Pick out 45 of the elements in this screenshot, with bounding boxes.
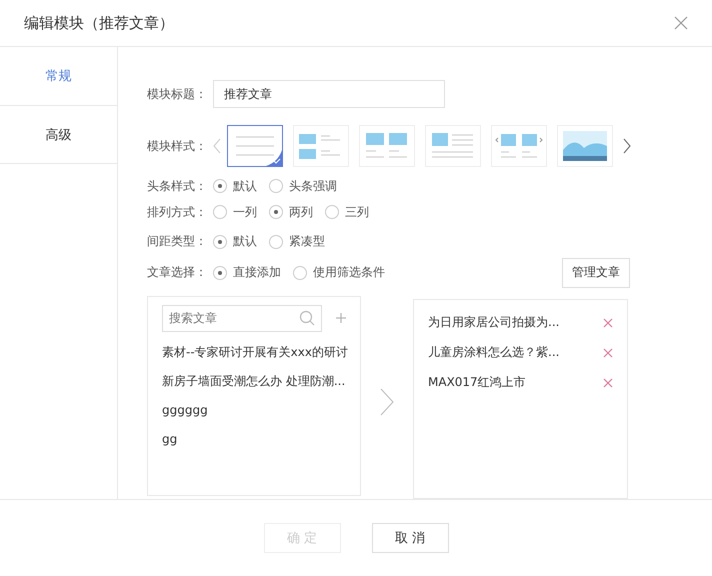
cancel-button[interactable]: 取 消 — [372, 523, 448, 553]
search-icon[interactable] — [299, 310, 315, 326]
radio-label[interactable]: 默认 — [233, 233, 257, 250]
article-item[interactable]: gggggg — [162, 396, 346, 425]
remove-icon[interactable] — [603, 378, 613, 388]
selected-article: 儿童房涂料怎么选？紫... — [428, 344, 560, 362]
article-item[interactable]: gg — [162, 424, 346, 454]
field-label: 模块标题： — [147, 86, 208, 102]
field-label: 排列方式： — [147, 204, 208, 221]
dialog-title: 编辑模块（推荐文章） — [24, 14, 174, 32]
radio-label[interactable]: 一列 — [233, 204, 257, 221]
close-icon[interactable] — [674, 16, 688, 30]
radio-label[interactable]: 默认 — [233, 178, 257, 195]
field-label: 间距类型： — [147, 233, 208, 250]
add-icon[interactable] — [336, 312, 346, 324]
radio-label[interactable]: 直接添加 — [233, 264, 281, 282]
article-item[interactable]: 素材--专家研讨开展有关xxx的研讨 — [162, 338, 346, 367]
selected-article: 为日用家居公司拍摄为... — [428, 314, 560, 332]
radio-button[interactable] — [325, 205, 339, 220]
remove-icon[interactable] — [603, 348, 613, 358]
manage-articles-button[interactable]: 管理文章 — [562, 258, 630, 288]
radio-button[interactable] — [213, 179, 227, 194]
radio-button[interactable] — [269, 179, 283, 194]
radio-label[interactable]: 头条强调 — [289, 178, 337, 195]
radio-button[interactable] — [269, 205, 283, 220]
radio-button[interactable] — [213, 266, 227, 280]
radio-button[interactable] — [213, 234, 227, 249]
chevron-right-icon[interactable] — [623, 138, 631, 154]
radio-button[interactable] — [293, 266, 307, 280]
remove-icon[interactable] — [603, 318, 613, 328]
search-field[interactable]: 搜索文章 — [162, 304, 322, 332]
radio-label[interactable]: 紧凑型 — [289, 233, 325, 250]
title-input[interactable]: 推荐文章 — [213, 80, 445, 108]
article-item[interactable]: 新房子墙面受潮怎么办 处理防潮... — [162, 366, 346, 396]
radio-label[interactable]: 使用筛选条件 — [313, 264, 385, 282]
chevron-left-icon[interactable] — [213, 138, 221, 154]
field-label: 模块样式： — [147, 138, 208, 154]
radio-label[interactable]: 三列 — [345, 204, 369, 221]
radio-button[interactable] — [269, 234, 283, 249]
radio-button[interactable] — [213, 205, 227, 220]
selected-article: MAX017红鸿上市 — [428, 374, 526, 392]
radio-label[interactable]: 两列 — [289, 204, 313, 221]
field-label: 文章选择： — [147, 264, 208, 282]
field-label: 头条样式： — [147, 178, 208, 195]
layout-thumbnail[interactable] — [227, 125, 283, 167]
